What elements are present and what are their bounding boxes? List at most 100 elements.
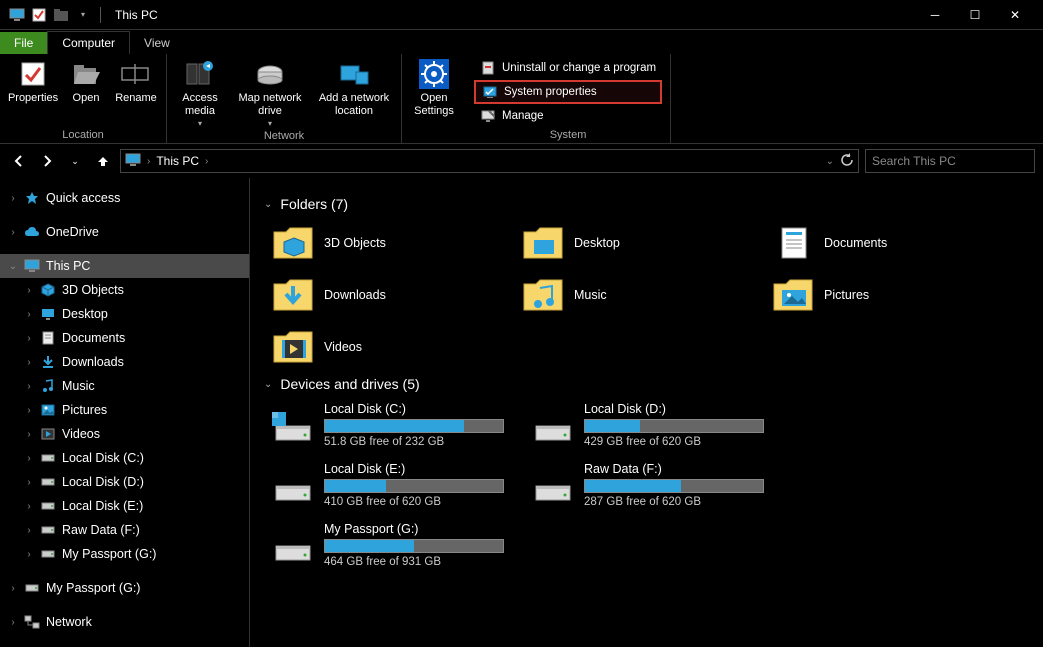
tab-view[interactable]: View [130,32,184,54]
folder-label: Pictures [824,288,869,302]
tab-computer[interactable]: Computer [47,31,130,54]
nav-label: 3D Objects [62,283,124,297]
chevron-right-icon[interactable]: › [24,501,34,512]
newfolder-qat-icon[interactable] [52,6,70,24]
chevron-right-icon[interactable]: › [8,227,18,238]
up-button[interactable] [92,150,114,172]
chevron-right-icon[interactable]: › [8,617,18,628]
chevron-right-icon[interactable]: › [147,156,150,167]
ribbon-group-network: Access media ▾ Map network drive ▾ Add a… [167,54,402,143]
properties-qat-icon[interactable] [30,6,48,24]
drives-header-label: Devices and drives (5) [280,376,419,392]
open-settings-button[interactable]: Open Settings [410,58,458,117]
chevron-right-icon[interactable]: › [24,477,34,488]
forward-button[interactable] [36,150,58,172]
nav-downloads[interactable]: ›Downloads [0,350,249,374]
folder-videos[interactable]: Videos [272,326,502,368]
uninstall-icon [480,60,496,76]
chevron-right-icon[interactable]: › [24,405,34,416]
tab-file[interactable]: File [0,32,47,54]
open-button[interactable]: Open [66,58,106,105]
nav-pictures[interactable]: ›Pictures [0,398,249,422]
rename-button[interactable]: Rename [114,58,158,105]
chevron-down-icon[interactable]: ⌄ [8,261,18,272]
nav-desktop[interactable]: › Desktop [0,302,249,326]
drive-usage-bar [324,539,504,553]
map-drive-button[interactable]: Map network drive ▾ [233,58,307,128]
nav-label: My Passport (G:) [62,547,156,561]
drives-section-header[interactable]: ⌄ Devices and drives (5) [264,376,1029,392]
nav-documents[interactable]: ›Documents [0,326,249,350]
chevron-right-icon[interactable]: › [24,429,34,440]
nav-passport-g-root[interactable]: ›My Passport (G:) [0,576,249,600]
chevron-right-icon[interactable]: › [24,357,34,368]
nav-raw-f[interactable]: ›Raw Data (F:) [0,518,249,542]
chevron-right-icon[interactable]: › [24,525,34,536]
recent-dropdown-icon[interactable]: ⌄ [64,150,86,172]
folder-downloads[interactable]: Downloads [272,274,502,316]
system-properties-button[interactable]: System properties [474,80,662,104]
chevron-right-icon[interactable]: › [8,193,18,204]
nav-quick-access[interactable]: › Quick access [0,186,249,210]
minimize-button[interactable]: ─ [915,1,955,29]
access-media-button[interactable]: Access media ▾ [175,58,225,128]
drive-g[interactable]: My Passport (G:) 464 GB free of 931 GB [272,522,512,568]
nav-label: Local Disk (E:) [62,499,143,513]
drive-d[interactable]: Local Disk (D:) 429 GB free of 620 GB [532,402,772,448]
manage-icon [480,108,496,124]
dropdown-icon: ▾ [198,119,202,128]
manage-button[interactable]: Manage [474,106,662,126]
back-button[interactable] [8,150,30,172]
uninstall-button[interactable]: Uninstall or change a program [474,58,662,78]
add-network-location-button[interactable]: Add a network location [315,58,393,117]
maximize-button[interactable]: ☐ [955,1,995,29]
drive-icon [40,474,56,490]
refresh-icon[interactable] [840,153,854,170]
nav-network[interactable]: ›Network [0,610,249,634]
location-group-label: Location [8,127,158,141]
chevron-right-icon[interactable]: › [24,453,34,464]
chevron-right-icon[interactable]: › [24,309,34,320]
breadcrumb[interactable]: This PC [156,154,199,168]
folder-music[interactable]: Music [522,274,752,316]
folders-section-header[interactable]: ⌄ Folders (7) [264,196,1029,212]
folder-icon [772,274,814,316]
nav-local-d[interactable]: ›Local Disk (D:) [0,470,249,494]
chevron-right-icon[interactable]: › [24,549,34,560]
folder-pictures[interactable]: Pictures [772,274,1002,316]
nav-this-pc[interactable]: ⌄ This PC [0,254,249,278]
nav-onedrive[interactable]: › OneDrive [0,220,249,244]
drive-c[interactable]: Local Disk (C:) 51.8 GB free of 232 GB [272,402,512,448]
close-button[interactable]: ✕ [995,1,1035,29]
nav-videos[interactable]: ›Videos [0,422,249,446]
access-media-icon [184,58,216,90]
folder-3d-objects[interactable]: 3D Objects [272,222,502,264]
address-bar[interactable]: › This PC › ⌄ [120,149,859,173]
chevron-right-icon[interactable]: › [24,333,34,344]
folder-desktop[interactable]: Desktop [522,222,752,264]
nav-label: Local Disk (C:) [62,451,144,465]
drive-usage-fill [325,480,386,492]
drive-e[interactable]: Local Disk (E:) 410 GB free of 620 GB [272,462,512,508]
drive-usage-bar [324,419,504,433]
nav-passport-g[interactable]: › My Passport (G:) [0,542,249,566]
nav-local-e[interactable]: › Local Disk (E:) [0,494,249,518]
drive-usage-bar [324,479,504,493]
nav-local-c[interactable]: › Local Disk (C:) [0,446,249,470]
chevron-right-icon[interactable]: › [8,583,18,594]
properties-icon [17,58,49,90]
folder-documents[interactable]: Documents [772,222,1002,264]
chevron-right-icon[interactable]: › [205,156,208,167]
nav-3d-objects[interactable]: › 3D Objects [0,278,249,302]
drive-free-text: 429 GB free of 620 GB [584,436,772,448]
nav-music[interactable]: ›Music [0,374,249,398]
search-input[interactable]: Search This PC [865,149,1035,173]
properties-button[interactable]: Properties [8,58,58,105]
chevron-right-icon[interactable]: › [24,381,34,392]
chevron-right-icon[interactable]: › [24,285,34,296]
drive-f[interactable]: Raw Data (F:) 287 GB free of 620 GB [532,462,772,508]
nav-label: Desktop [62,307,108,321]
dropdown-icon[interactable]: ⌄ [826,156,834,167]
drive-free-text: 51.8 GB free of 232 GB [324,436,512,448]
qat-dropdown-icon[interactable]: ▾ [74,6,92,24]
